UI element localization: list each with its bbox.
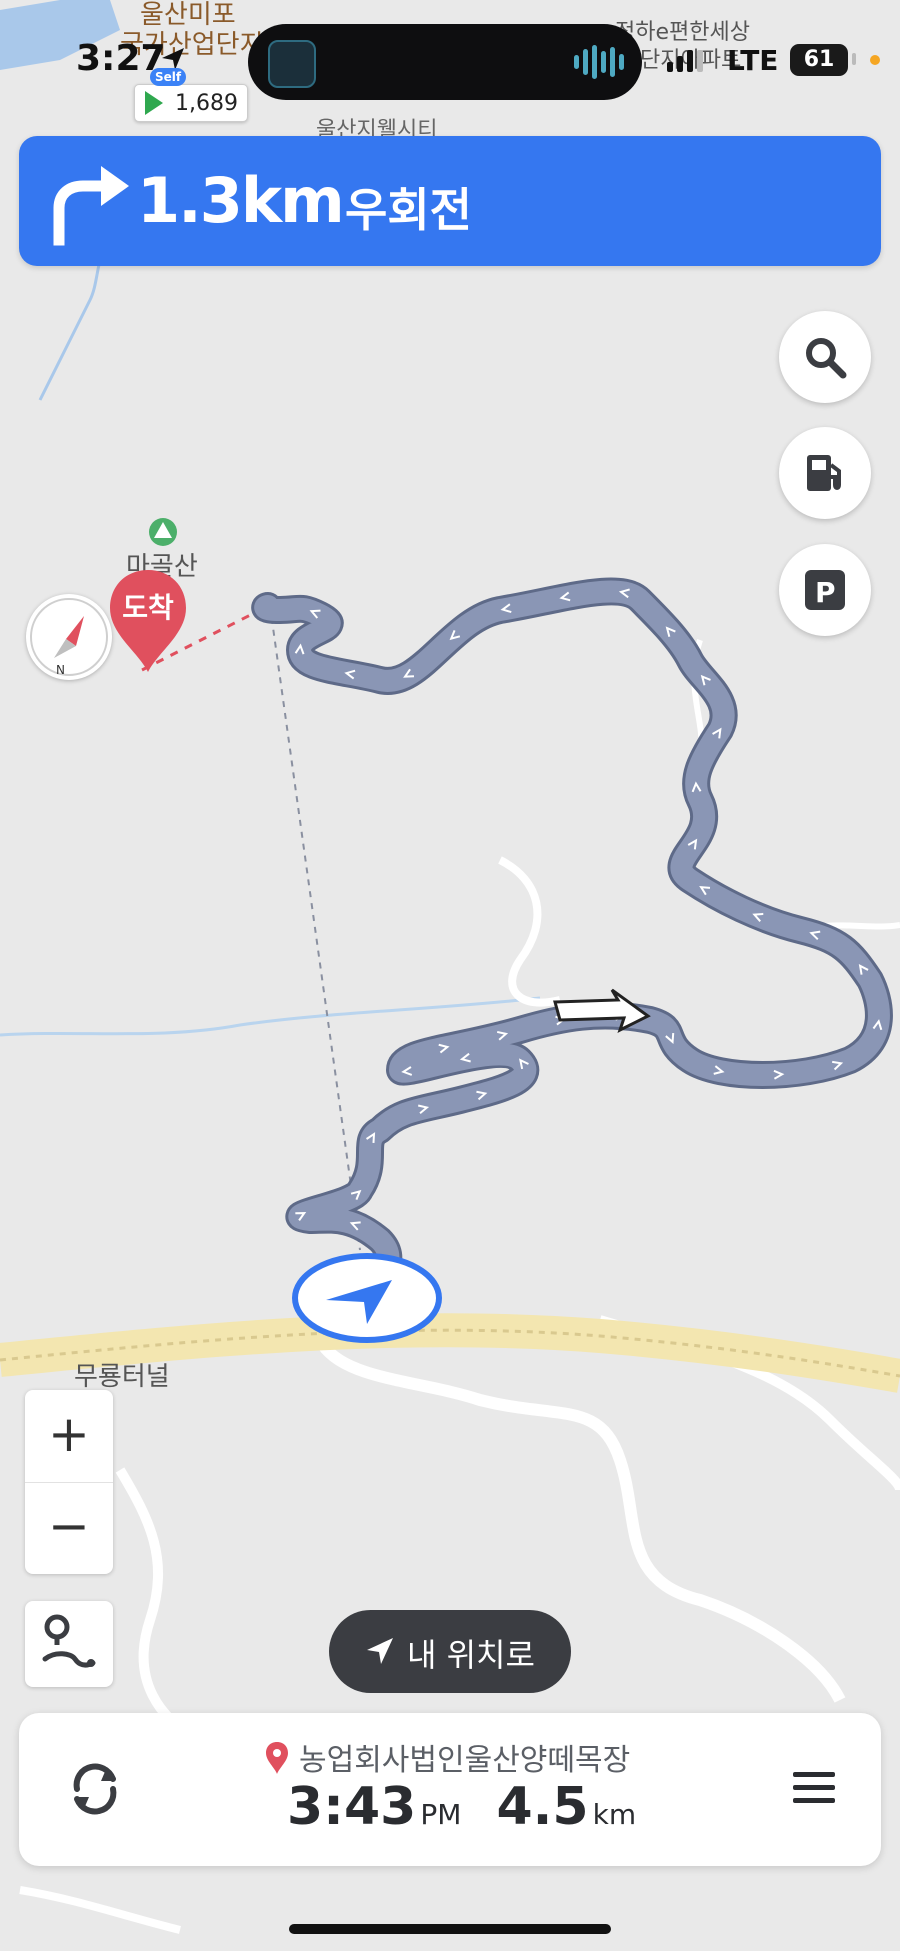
gas-station-marker[interactable]: 1,689 bbox=[134, 84, 248, 122]
battery-icon: 61 bbox=[790, 44, 848, 76]
current-location-marker bbox=[292, 1253, 442, 1343]
parking-button[interactable]: P bbox=[779, 544, 871, 636]
destination-marker[interactable]: 도착 bbox=[108, 568, 188, 676]
eta-time: 3:43 bbox=[287, 1777, 417, 1837]
refresh-icon[interactable] bbox=[61, 1755, 129, 1823]
privacy-indicator bbox=[870, 55, 880, 65]
home-indicator[interactable] bbox=[289, 1924, 611, 1934]
gas-self-badge: Self bbox=[150, 68, 186, 86]
dynamic-island[interactable] bbox=[248, 24, 642, 100]
zoom-controls: + − bbox=[25, 1390, 113, 1574]
location-arrow-icon bbox=[367, 1638, 393, 1664]
compass-button[interactable]: N bbox=[26, 594, 112, 680]
destination-pin-icon bbox=[266, 1742, 288, 1774]
gas-brand-icon bbox=[145, 91, 163, 115]
compass-icon: N bbox=[30, 598, 108, 677]
app-icon bbox=[268, 40, 316, 88]
turn-distance: 1.3km bbox=[137, 164, 345, 237]
my-location-button[interactable]: 내 위치로 bbox=[329, 1610, 571, 1693]
turn-instruction: 우회전 bbox=[345, 183, 472, 237]
battery-tip bbox=[852, 53, 856, 65]
remaining-distance-unit: km bbox=[592, 1798, 637, 1831]
network-label: LTE bbox=[727, 44, 779, 77]
navigation-banner[interactable]: 1.3km 우회전 bbox=[19, 136, 881, 266]
trip-summary-panel[interactable]: 농업회사법인울산양떼목장 3:43 PM 4.5 km bbox=[19, 1713, 881, 1866]
compass-north-label: N bbox=[56, 663, 65, 677]
search-icon bbox=[806, 338, 847, 379]
search-button[interactable] bbox=[779, 311, 871, 403]
parking-letter: P bbox=[815, 576, 836, 609]
eta-row: 3:43 PM 4.5 km bbox=[287, 1777, 636, 1837]
signal-icon bbox=[667, 50, 703, 72]
eta-suffix: PM bbox=[420, 1798, 462, 1831]
destination-marker-label: 도착 bbox=[122, 591, 174, 624]
menu-icon[interactable] bbox=[791, 1765, 837, 1811]
destination-name: 농업회사법인울산양떼목장 bbox=[299, 1743, 631, 1778]
remaining-distance: 4.5 bbox=[496, 1777, 589, 1837]
turn-right-arrow-icon bbox=[53, 166, 129, 246]
zoom-out-button[interactable]: − bbox=[25, 1482, 113, 1574]
tunnel-label: 무룡터널 bbox=[74, 1362, 170, 1392]
audio-wave-icon bbox=[574, 44, 624, 80]
route-icon bbox=[42, 1614, 96, 1668]
zoom-in-button[interactable]: + bbox=[25, 1390, 113, 1482]
route-overview-button[interactable] bbox=[25, 1601, 113, 1687]
gas-station-button[interactable] bbox=[779, 427, 871, 519]
fuel-icon bbox=[807, 455, 841, 491]
gas-price: 1,689 bbox=[175, 91, 238, 116]
my-location-label: 내 위치로 bbox=[407, 1636, 535, 1674]
parking-icon: P bbox=[805, 570, 845, 610]
